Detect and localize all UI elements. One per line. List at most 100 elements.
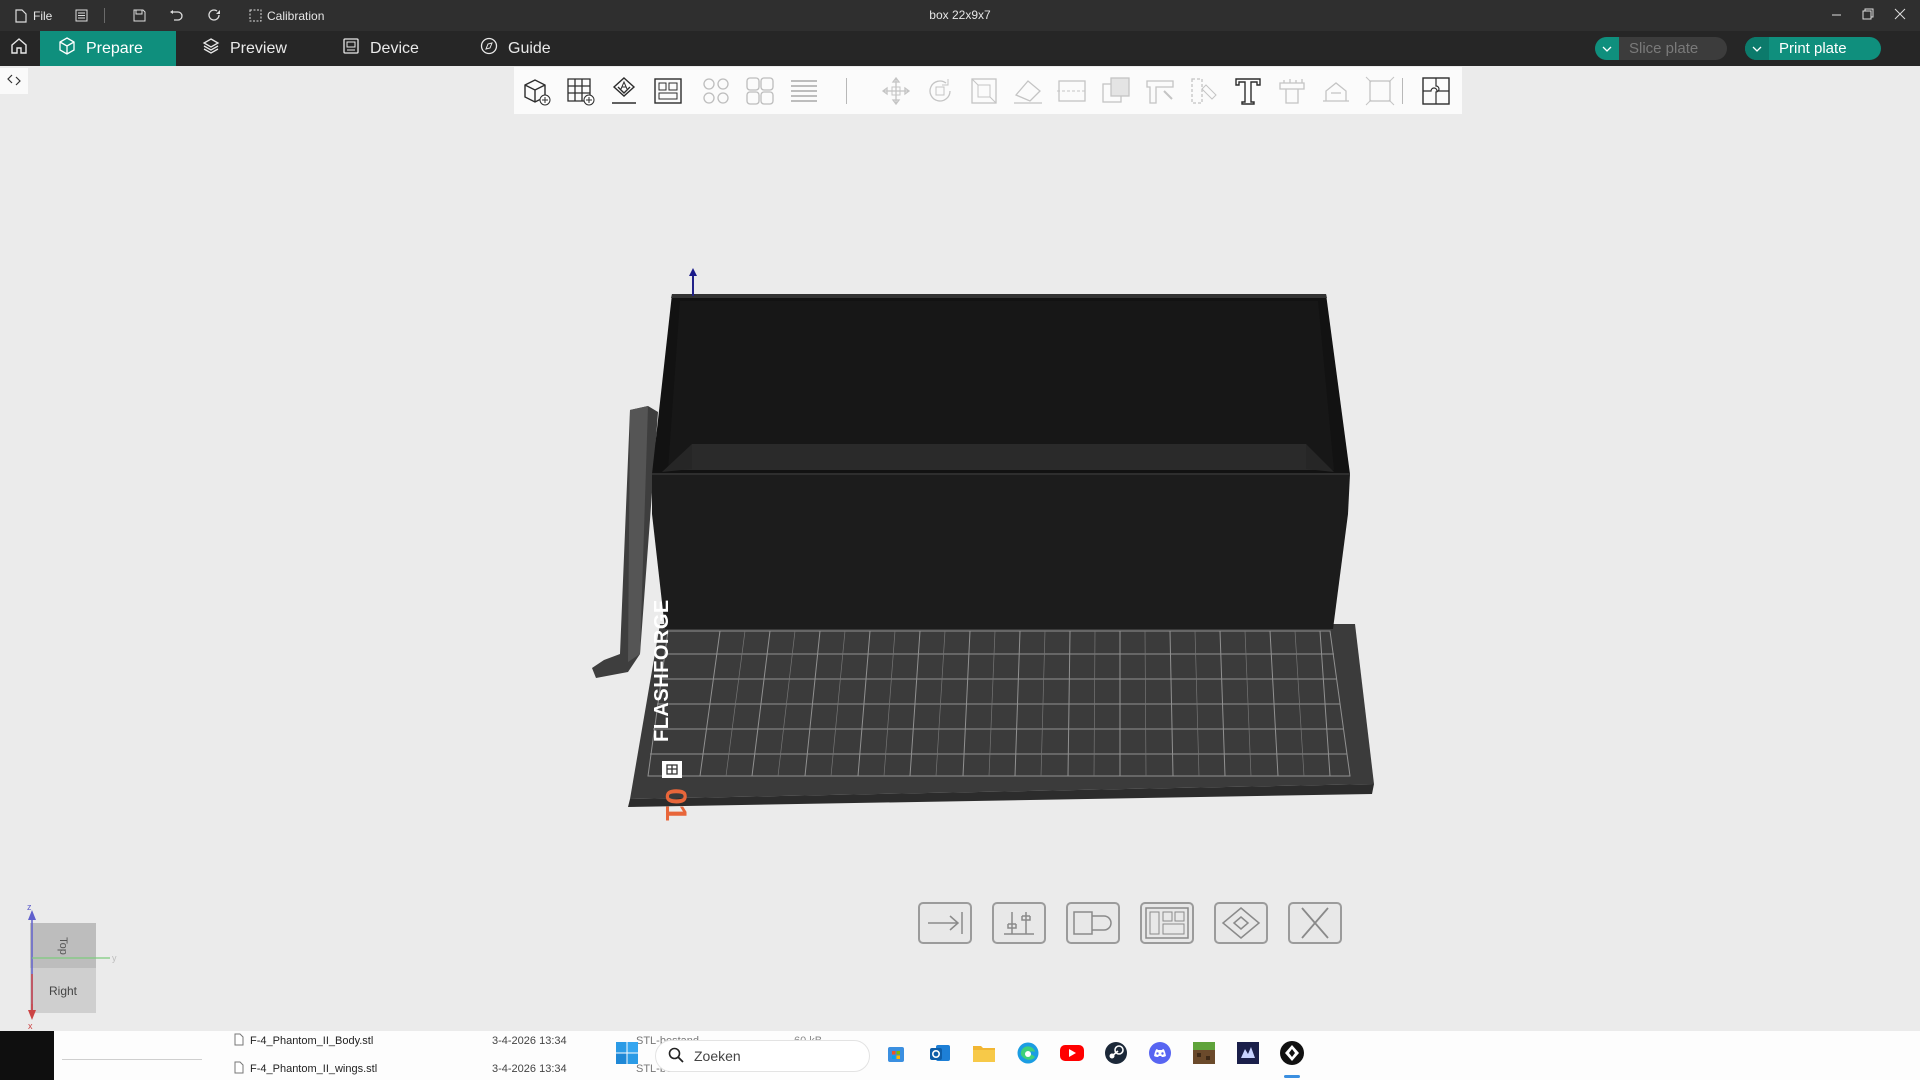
delete-plate-button[interactable] [1288,902,1342,944]
fit-to-bed-button [1364,75,1396,107]
undo-icon [169,9,183,23]
rotate-button [924,75,956,107]
taskbar-app-orca-slicer[interactable] [1279,1040,1305,1071]
scene: FLASHFORGE 01 [592,268,1374,821]
arrange-plate-button[interactable] [1066,902,1120,944]
add-object-icon [520,79,552,111]
tab-guide[interactable]: Guide [462,31,569,66]
fit-to-bed-icon [1364,76,1396,111]
main-tab-bar: Prepare Preview Device Guide Slice plate… [0,31,1920,66]
slice-plate-button[interactable]: Slice plate [1595,37,1727,60]
brim-ears-icon [1420,77,1452,111]
plate-number: 01 [659,788,692,821]
game-icon [1236,1041,1260,1070]
file-icon [14,8,28,23]
taskbar-app-outlook[interactable] [927,1042,953,1068]
arrange-plate-icon [1068,911,1118,946]
axis-x-label: x [28,1021,33,1029]
layers-icon [202,37,220,60]
edge-icon [1016,1041,1040,1070]
taskbar-app-game[interactable] [1235,1041,1261,1070]
start-button[interactable] [614,1041,640,1070]
add-plate-button[interactable] [564,75,596,107]
close-window-button[interactable] [1880,0,1920,31]
file-name: F-4_Phantom_II_Body.stl [250,1035,374,1047]
compass-icon [480,37,498,60]
file-menu-label: File [33,8,53,23]
move-icon [880,76,912,111]
taskbar-app-discord[interactable] [1147,1041,1173,1070]
split-parts-button [744,75,776,107]
scale-icon [968,78,1000,111]
discord-icon [1148,1041,1172,1070]
axis-gizmo: z y x [27,904,117,1029]
lock-plate-icon [1216,907,1266,946]
auto-orient-icon [608,77,640,111]
auto-orient-plate-button[interactable] [992,902,1046,944]
measure-button [1276,75,1308,107]
assembly-icon [1320,82,1352,111]
brim-ears-button[interactable] [1420,75,1452,107]
tab-label: Prepare [86,39,143,57]
home-icon [10,37,28,60]
sidebar-toggle-button[interactable] [0,68,28,94]
outlook-icon [928,1041,952,1070]
print-plate-button[interactable]: Print plate [1745,37,1881,60]
text-tool-button[interactable] [1232,75,1264,107]
3d-viewport[interactable]: FLASHFORGE 01 Top Right z y x [0,114,1920,1031]
calibration-icon [248,9,262,23]
taskbar-app-youtube[interactable] [1059,1042,1085,1068]
cut-icon [1056,80,1088,111]
windows-start-icon [615,1041,639,1070]
cut-button [1056,75,1088,107]
taskbar-search-input[interactable]: Zoeken [655,1040,870,1072]
rotate-icon [924,79,956,111]
arrange-button[interactable] [652,75,684,107]
redo-button[interactable] [208,0,222,31]
orca-slicer-icon [1279,1040,1305,1071]
menu-icon [74,9,88,23]
home-button[interactable] [0,31,38,66]
lay-on-face-button [1012,75,1044,107]
taskbar-app-minecraft[interactable] [1191,1041,1217,1070]
divider [62,1059,202,1060]
add-plate-icon [564,78,596,111]
layers-variable-icon [788,80,820,111]
minecraft-icon [1192,1041,1216,1070]
taskbar-app-steam[interactable] [1103,1041,1129,1068]
document-icon [234,1033,244,1049]
slice-dropdown-icon[interactable] [1595,37,1619,60]
plate-settings-button[interactable] [1140,902,1194,944]
menu-button[interactable] [74,0,88,31]
taskbar-app-explorer[interactable] [971,1042,997,1068]
measure-icon [1276,79,1308,111]
search-placeholder: Zoeken [694,1048,741,1064]
file-thumbnail[interactable] [0,1031,54,1080]
tab-device[interactable]: Device [324,31,437,66]
lock-plate-button[interactable] [1214,902,1268,944]
divider [104,8,105,23]
document-icon [234,1061,244,1077]
bed-rail [592,406,658,678]
tab-preview[interactable]: Preview [184,31,305,66]
box-front-face [652,474,1350,629]
taskbar-app-edge[interactable] [1015,1042,1041,1068]
build-plate [630,624,1374,799]
file-name: F-4_Phantom_II_wings.stl [250,1063,378,1075]
taskbar-app-store[interactable] [883,1042,909,1068]
file-menu[interactable]: File [14,0,52,31]
z-axis-arrow [689,268,697,296]
object-toolbar [514,67,1462,114]
seam-paint-button [1188,75,1220,107]
delete-plate-icon [1290,907,1340,946]
plate-settings-icon [1142,907,1192,946]
calibration-menu[interactable]: Calibration [248,0,324,31]
tab-prepare[interactable]: Prepare [40,31,176,66]
save-button[interactable] [132,0,146,31]
assembly-button [1320,75,1352,107]
import-to-plate-button[interactable] [918,902,972,944]
auto-orient-button[interactable] [608,75,640,107]
print-dropdown-icon[interactable] [1745,37,1769,60]
undo-button[interactable] [169,0,183,31]
add-object-button[interactable] [520,75,552,107]
